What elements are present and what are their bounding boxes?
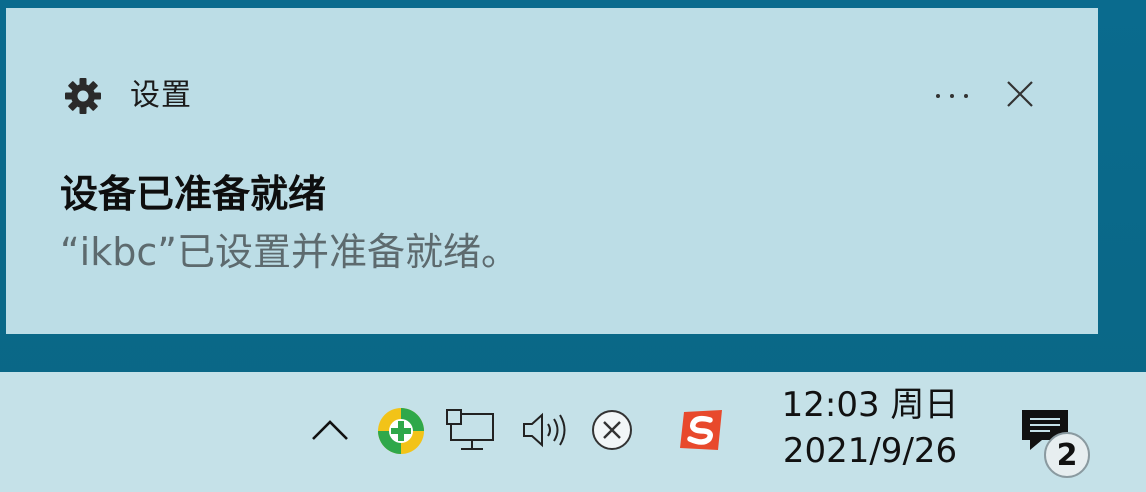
toast-header: 设置 — [62, 72, 192, 120]
taskbar: 12:03 周日 2021/9/26 2 — [0, 372, 1146, 492]
toast-title: 设备已准备就绪 — [60, 172, 327, 216]
notification-count-badge: 2 — [1044, 432, 1090, 478]
chevron-up-icon[interactable] — [306, 404, 354, 456]
clock-time: 12:03 周日 — [781, 385, 959, 425]
volume-icon[interactable] — [518, 404, 570, 456]
desktop: 设置 设备已准备就绪 “ikbc”已设置并准备就绪。 12:03 周日 2021… — [0, 0, 1146, 492]
close-icon[interactable] — [994, 68, 1046, 120]
network-icon[interactable] — [444, 404, 500, 456]
x-circle-icon[interactable] — [586, 404, 638, 456]
more-horizontal-icon[interactable] — [926, 72, 978, 120]
action-center-button[interactable]: 2 — [1016, 402, 1102, 478]
360-security-icon[interactable] — [374, 402, 428, 460]
toast-notification[interactable]: 设置 设备已准备就绪 “ikbc”已设置并准备就绪。 — [6, 8, 1098, 334]
toast-body: “ikbc”已设置并准备就绪。 — [60, 230, 519, 274]
toast-app-name: 设置 — [130, 78, 192, 113]
sogou-input-icon[interactable] — [672, 404, 730, 456]
system-clock[interactable]: 12:03 周日 2021/9/26 — [770, 382, 970, 482]
gear-icon — [62, 75, 104, 117]
clock-date: 2021/9/26 — [782, 431, 958, 471]
